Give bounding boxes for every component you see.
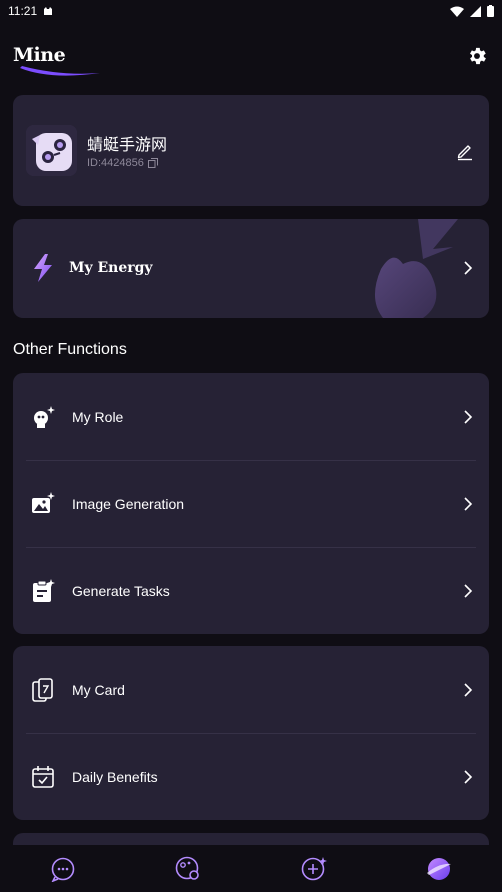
battery-icon	[487, 5, 494, 17]
my-role-label: My Role	[72, 409, 124, 425]
profile-card[interactable]: 蜻蜓手游网 ID:4424856	[13, 95, 489, 206]
wifi-icon	[450, 6, 464, 17]
image-generation-icon	[32, 492, 55, 513]
planet-icon	[427, 857, 452, 880]
status-time: 11:21	[8, 4, 38, 18]
image-generation-label: Image Generation	[72, 496, 185, 512]
bottom-nav	[0, 845, 502, 892]
user-id-text: ID:4424856	[87, 157, 144, 169]
chat-icon	[51, 857, 75, 882]
chevron-right-icon	[464, 410, 473, 424]
role-icon	[34, 406, 55, 428]
brand-swoosh-decoration	[20, 66, 100, 76]
energy-decoration	[374, 219, 458, 318]
my-card-label: My Card	[72, 682, 125, 698]
tasks-icon	[33, 579, 55, 602]
lightning-icon	[34, 254, 52, 282]
calendar-icon	[32, 766, 54, 788]
list-item-daily-benefits[interactable]: Daily Benefits	[13, 733, 489, 820]
add-icon	[301, 856, 327, 880]
extras-list: My Card Daily Benefits	[13, 646, 489, 820]
gear-icon	[470, 47, 486, 65]
my-energy-card[interactable]: My Energy	[13, 219, 489, 318]
nav-create[interactable]	[299, 854, 329, 884]
settings-button[interactable]	[464, 43, 490, 69]
avatar[interactable]	[26, 125, 77, 176]
section-title: Other Functions	[13, 341, 127, 358]
nav-mine[interactable]	[424, 854, 454, 884]
chevron-right-icon	[464, 683, 473, 697]
chevron-right-icon	[464, 497, 473, 511]
user-id: ID:4424856	[87, 157, 158, 169]
nav-explore[interactable]	[173, 854, 203, 884]
explore-icon	[175, 856, 200, 880]
list-item-generate-tasks[interactable]: Generate Tasks	[13, 547, 489, 634]
chevron-right-icon	[464, 770, 473, 784]
avatar-image	[26, 125, 77, 176]
page-title: Mine	[13, 44, 66, 66]
card-icon	[32, 678, 53, 702]
chevron-right-icon	[464, 261, 473, 275]
notification-icon	[44, 7, 53, 15]
signal-icon	[470, 5, 481, 17]
page-header: Mine	[0, 38, 502, 78]
status-bar: 11:21	[0, 0, 502, 22]
username: 蜻蜓手游网	[87, 137, 168, 154]
nav-chat[interactable]	[48, 854, 78, 884]
list-item-my-card[interactable]: My Card	[13, 646, 489, 733]
chevron-right-icon	[464, 584, 473, 598]
generate-tasks-label: Generate Tasks	[72, 583, 170, 599]
list-item-image-generation[interactable]: Image Generation	[13, 460, 489, 547]
my-energy-label: My Energy	[69, 260, 153, 276]
functions-list: My Role Image Generation Generate Tasks	[13, 373, 489, 634]
daily-benefits-label: Daily Benefits	[72, 769, 158, 785]
edit-icon[interactable]	[455, 141, 475, 161]
copy-icon[interactable]	[147, 158, 158, 168]
list-item-my-role[interactable]: My Role	[13, 373, 489, 460]
